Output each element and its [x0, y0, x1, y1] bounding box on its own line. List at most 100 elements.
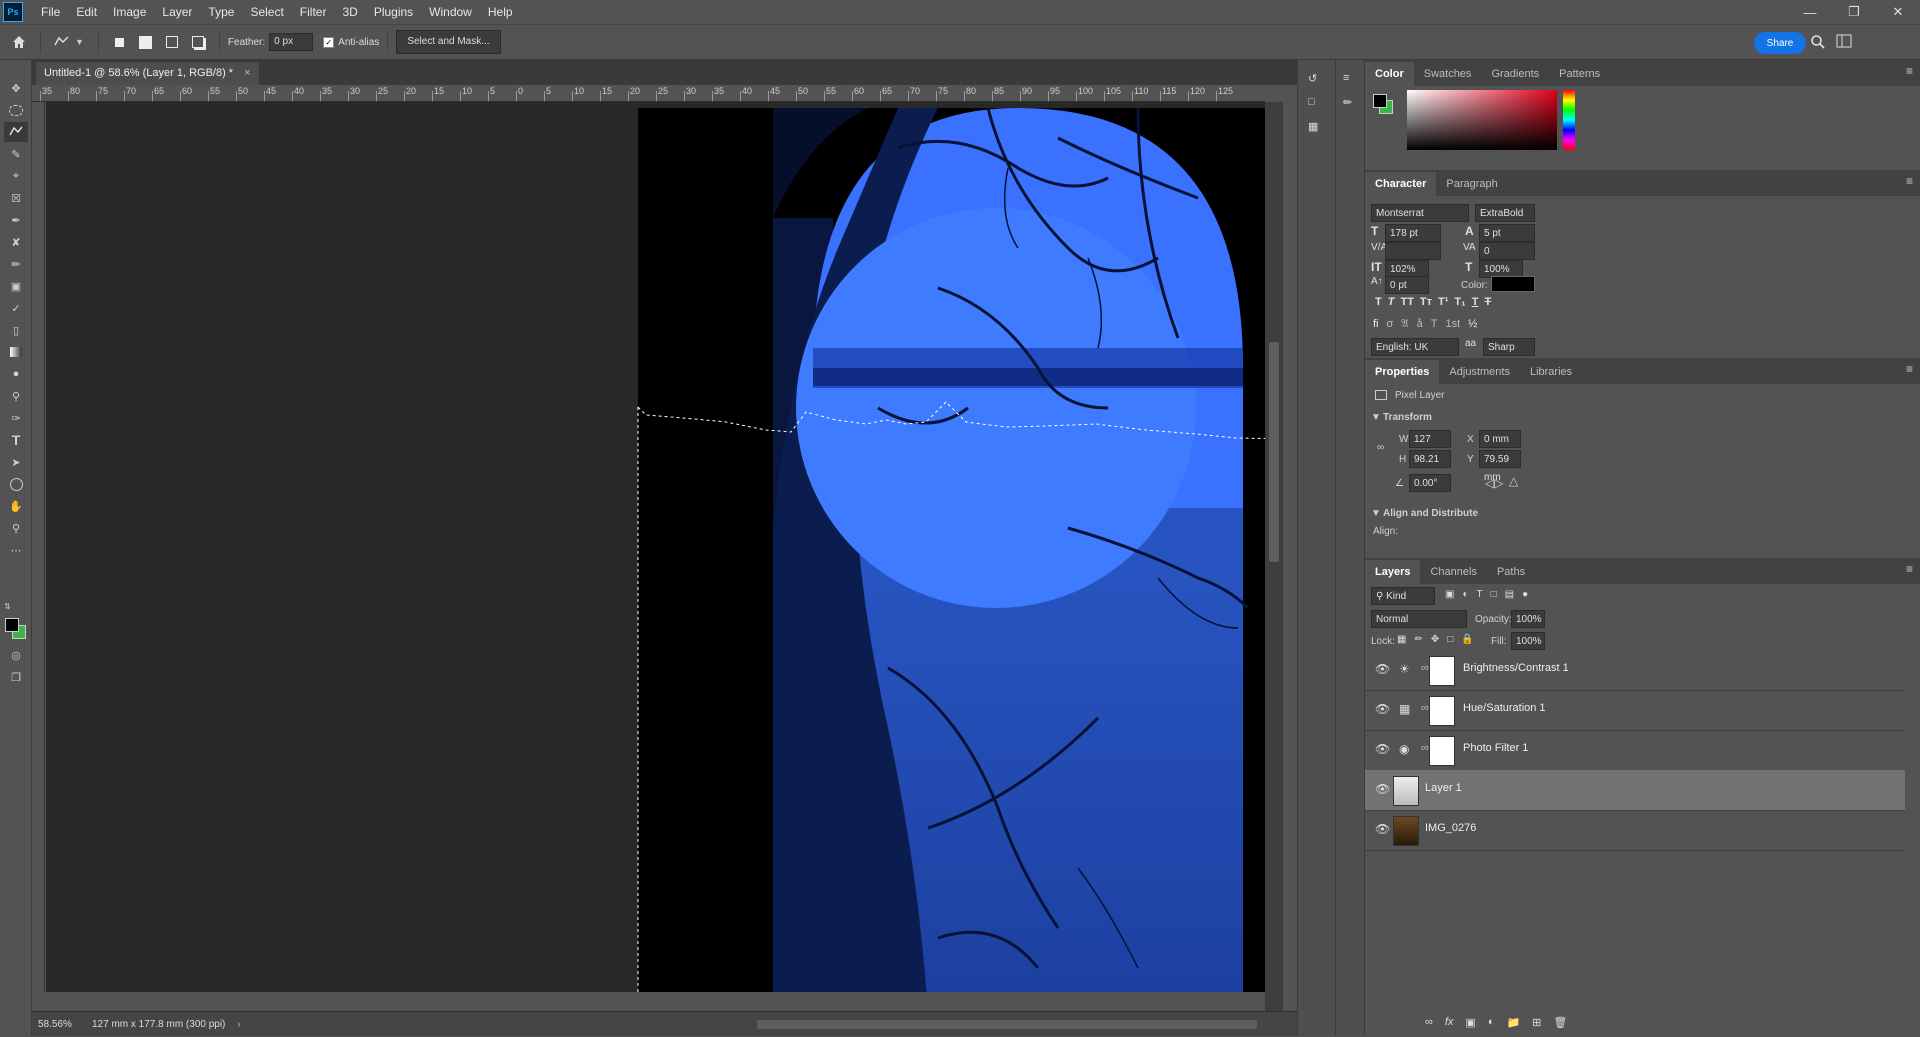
tab-paths[interactable]: Paths — [1487, 560, 1535, 584]
subscript-icon[interactable]: T₁ — [1454, 296, 1465, 314]
photoshop-logo-icon[interactable]: Ps — [3, 2, 23, 22]
swash-icon[interactable]: 𝔄 — [1401, 318, 1408, 336]
lock-artboard-icon[interactable]: □ — [1447, 634, 1453, 648]
menu-filter[interactable]: Filter — [292, 0, 335, 24]
restore-icon[interactable]: ❐ — [1832, 0, 1876, 24]
tab-properties[interactable]: Properties — [1365, 360, 1440, 384]
layer-mask-thumbnail[interactable] — [1429, 736, 1455, 766]
layer-name[interactable]: Hue/Saturation 1 — [1463, 702, 1546, 714]
feather-input[interactable]: 0 px — [269, 33, 314, 51]
y-input[interactable]: 79.59 mm — [1479, 450, 1521, 483]
brush-tool-icon[interactable]: ✏ — [4, 254, 28, 274]
lock-all-icon[interactable]: 🔒 — [1461, 634, 1473, 648]
layer-mask-thumbnail[interactable] — [1429, 656, 1455, 686]
menu-type[interactable]: Type — [200, 0, 242, 24]
new-layer-icon[interactable]: ⊞ — [1532, 1016, 1541, 1032]
small-caps-icon[interactable]: Tт — [1420, 296, 1432, 314]
filter-type-icon[interactable]: T — [1477, 589, 1483, 603]
panel-menu-icon[interactable]: ≡ — [1906, 174, 1913, 188]
hand-tool-icon[interactable]: ✋ — [4, 496, 28, 516]
width-input[interactable]: 127 mm — [1409, 430, 1451, 463]
panel-menu-icon[interactable]: ≡ — [1906, 362, 1913, 376]
pen-tool-icon[interactable]: ✑ — [4, 408, 28, 428]
screen-mode-icon[interactable]: ❐ — [4, 667, 28, 687]
filter-toggle-icon[interactable]: ● — [1522, 589, 1528, 603]
lock-transparency-icon[interactable]: ▦ — [1397, 634, 1406, 648]
eyedropper-tool-icon[interactable]: ✒ — [4, 210, 28, 230]
kerning-input[interactable] — [1385, 242, 1441, 260]
fill-input[interactable]: 100% — [1511, 632, 1545, 650]
new-group-icon[interactable]: 📁 — [1506, 1016, 1520, 1032]
brush-settings-icon[interactable]: ✏ — [1343, 96, 1352, 109]
ordinal-icon[interactable]: 1st — [1445, 318, 1460, 336]
add-mask-icon[interactable]: ▣ — [1465, 1016, 1475, 1032]
horizontal-scrollbar[interactable] — [232, 1012, 1262, 1037]
faux-italic-icon[interactable]: T — [1388, 296, 1395, 314]
titling-icon[interactable]: T — [1431, 318, 1438, 336]
hue-slider[interactable] — [1563, 90, 1575, 150]
tab-libraries[interactable]: Libraries — [1520, 360, 1582, 384]
visibility-eye-icon[interactable]: 👁 — [1375, 822, 1390, 836]
zoom-tool-icon[interactable]: ⚲ — [4, 518, 28, 538]
layer-mask-thumbnail[interactable] — [1429, 696, 1455, 726]
font-style-select[interactable]: ExtraBold — [1475, 204, 1535, 222]
quick-mask-icon[interactable]: ◎ — [4, 645, 28, 665]
antialias-checkbox[interactable]: ✓ — [323, 36, 335, 48]
lasso-tool-icon[interactable] — [4, 122, 28, 142]
layer-name[interactable]: Photo Filter 1 — [1463, 742, 1528, 754]
menu-3d[interactable]: 3D — [334, 0, 365, 24]
crop-tool-icon[interactable]: ⌖ — [4, 166, 28, 186]
layer-row[interactable]: 👁 ☀ ∞ Brightness/Contrast 1 — [1365, 650, 1905, 691]
lock-position-icon[interactable]: ✥ — [1431, 634, 1439, 648]
clone-stamp-tool-icon[interactable]: ▣ — [4, 276, 28, 296]
panel-menu-icon[interactable]: ≡ — [1906, 64, 1913, 78]
tab-gradients[interactable]: Gradients — [1481, 62, 1549, 86]
text-color-swatch[interactable] — [1491, 276, 1535, 292]
blend-mode-select[interactable]: Normal — [1371, 610, 1467, 628]
eraser-tool-icon[interactable]: ▯ — [4, 320, 28, 340]
old-style-icon[interactable]: σ — [1387, 318, 1394, 336]
adjust-icon[interactable]: ≡ — [1343, 72, 1349, 84]
close-icon[interactable]: ✕ — [1876, 0, 1920, 24]
document-tab[interactable]: Untitled-1 @ 58.6% (Layer 1, RGB/8) * × — [36, 62, 259, 85]
add-selection-icon[interactable] — [137, 33, 155, 51]
swap-colors-icon[interactable]: ⇅ — [4, 602, 11, 611]
layer-row[interactable]: 👁 ▦ ∞ Hue/Saturation 1 — [1365, 690, 1905, 731]
menu-file[interactable]: File — [33, 0, 68, 24]
visibility-eye-icon[interactable]: 👁 — [1375, 702, 1390, 716]
layer-name[interactable]: Brightness/Contrast 1 — [1463, 662, 1569, 674]
tab-channels[interactable]: Channels — [1420, 560, 1486, 584]
all-caps-icon[interactable]: TT — [1400, 296, 1413, 314]
zoom-level[interactable]: 58.56% — [38, 1019, 80, 1030]
tab-swatches[interactable]: Swatches — [1414, 62, 1482, 86]
filter-adjustment-icon[interactable]: ◐ — [1462, 589, 1468, 603]
font-family-select[interactable]: Montserrat — [1371, 204, 1469, 222]
baseline-shift-input[interactable]: 0 pt — [1385, 276, 1429, 294]
foreground-color-swatch[interactable] — [5, 618, 19, 632]
tab-adjustments[interactable]: Adjustments — [1439, 360, 1520, 384]
menu-image[interactable]: Image — [105, 0, 154, 24]
leading-input[interactable]: 5 pt — [1479, 224, 1535, 242]
height-input[interactable]: 98.21 mm — [1409, 450, 1451, 483]
marquee-tool-icon[interactable] — [4, 100, 28, 120]
frame-tool-icon[interactable]: ☒ — [4, 188, 28, 208]
tab-paragraph[interactable]: Paragraph — [1436, 172, 1507, 196]
move-tool-icon[interactable]: ✥ — [4, 78, 28, 98]
tracking-input[interactable]: 0 — [1479, 242, 1535, 260]
history-brush-tool-icon[interactable]: ✓ — [4, 298, 28, 318]
minimize-icon[interactable]: — — [1788, 0, 1832, 24]
opacity-input[interactable]: 100% — [1511, 610, 1545, 628]
color-field[interactable] — [1407, 90, 1557, 150]
visibility-eye-icon[interactable]: 👁 — [1375, 782, 1390, 796]
transform-section-toggle[interactable]: ▼ — [1371, 412, 1381, 423]
antialias-method-select[interactable]: Sharp — [1483, 338, 1535, 356]
menu-edit[interactable]: Edit — [68, 0, 105, 24]
layer-row[interactable]: 👁 ◉ ∞ Photo Filter 1 — [1365, 730, 1905, 771]
type-tool-icon[interactable]: T — [4, 430, 28, 450]
layer-style-icon[interactable]: fx — [1445, 1016, 1454, 1032]
language-select[interactable]: English: UK — [1371, 338, 1459, 356]
filter-pixel-icon[interactable]: ▣ — [1445, 589, 1454, 603]
more-tools-icon[interactable]: ⋯ — [4, 540, 28, 560]
strikethrough-icon[interactable]: T — [1484, 296, 1491, 314]
lasso-tool-preset-icon[interactable] — [53, 33, 71, 51]
